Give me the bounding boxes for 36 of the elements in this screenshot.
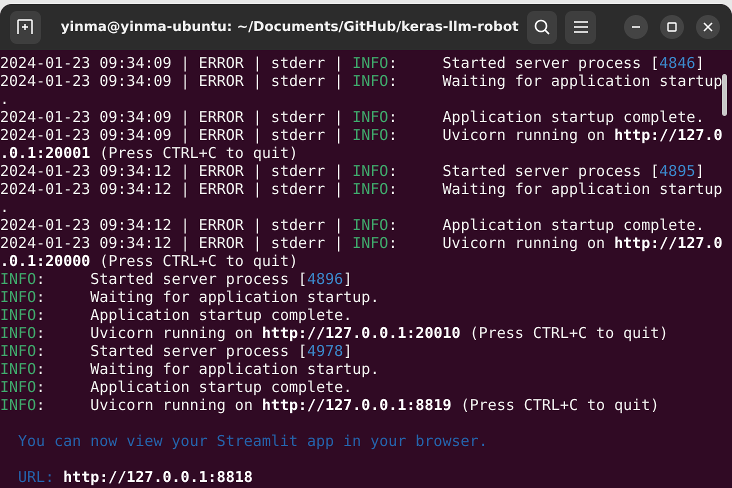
terminal-line: 2024-01-23 09:34:09 | ERROR | stderr | INFO: Waiting for application startup — [0, 72, 724, 90]
menu-icon — [572, 20, 589, 34]
terminal-line: INFO: Uvicorn running on http://127.0.0.1:20010 (Press CTRL+C to quit) — [0, 324, 670, 342]
new-tab-icon — [16, 18, 34, 36]
terminal-line: .0.1:20000 (Press CTRL+C to quit) — [0, 252, 300, 270]
terminal-line: 2024-01-23 09:34:09 | ERROR | stderr | INFO: Started server process [4846] — [0, 54, 706, 72]
close-button[interactable] — [696, 15, 720, 39]
terminal-line: INFO: Started server process [4978] — [0, 342, 354, 360]
terminal-line: 2024-01-23 09:34:09 | ERROR | stderr | INFO: Uvicorn running on http://127.0 — [0, 126, 724, 144]
minimize-icon — [630, 26, 641, 28]
terminal-line: . — [0, 198, 10, 216]
close-icon — [702, 22, 713, 32]
maximize-button[interactable] — [660, 15, 684, 39]
terminal-line: INFO: Application startup complete. — [0, 306, 354, 324]
maximize-icon — [666, 22, 677, 32]
terminal-line: INFO: Application startup complete. — [0, 378, 354, 396]
terminal-line: 2024-01-23 09:34:12 | ERROR | stderr | INFO: Waiting for application startup — [0, 180, 724, 198]
terminal-line: 2024-01-23 09:34:12 | ERROR | stderr | INFO: Application startup complete. — [0, 216, 706, 234]
minimize-button[interactable] — [624, 15, 648, 39]
terminal-line: . — [0, 90, 10, 108]
menu-button[interactable] — [565, 10, 596, 44]
terminal-line: INFO: Waiting for application startup. — [0, 360, 380, 378]
search-button[interactable] — [526, 10, 558, 44]
terminal-line: .0.1:20001 (Press CTRL+C to quit) — [0, 144, 300, 162]
terminal-line: INFO: Uvicorn running on http://127.0.0.1:8819 (Press CTRL+C to quit) — [0, 396, 660, 414]
window-title: yinma@yinma-ubuntu: ~/Documents/GitHub/keras-llm-robot — [60, 19, 519, 35]
search-icon — [532, 18, 551, 36]
scrollbar[interactable] — [722, 74, 727, 116]
terminal-line: 2024-01-23 09:34:12 | ERROR | stderr | INFO: Started server process [4895] — [0, 162, 706, 180]
terminal-line: You can now view your Streamlit app in your browser. — [17, 432, 489, 450]
terminal-line: URL: http://127.0.0.1:8818 — [17, 468, 254, 486]
terminal-line: 2024-01-23 09:34:09 | ERROR | stderr | INFO: Application startup complete. — [0, 108, 706, 126]
terminal-line: INFO: Started server process [4896] — [0, 270, 354, 288]
terminal-line: INFO: Waiting for application startup. — [0, 288, 380, 306]
new-tab-button[interactable] — [10, 10, 41, 44]
terminal-line: 2024-01-23 09:34:12 | ERROR | stderr | INFO: Uvicorn running on http://127.0 — [0, 234, 724, 252]
